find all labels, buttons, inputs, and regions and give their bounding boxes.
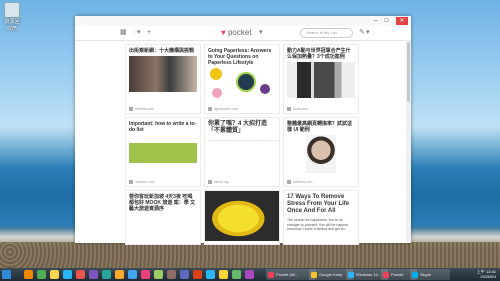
grid-view-icon[interactable]: ▦ (120, 28, 127, 37)
app-icon[interactable] (193, 270, 202, 279)
card-excerpt: ........................................… (208, 138, 279, 142)
card-source: wildbud.com (287, 180, 312, 184)
browser-window: – □ ✕ ▦ ◌ ▾ + ♥ pocket ▾ Search in My Li… (75, 16, 411, 245)
list-item[interactable]: 動力A動与世界冠軍合产生什么保加熱量？3个成功案例 2sub.com (283, 44, 359, 114)
list-item[interactable]: Going Paperless: Answers to Your Questio… (204, 44, 280, 114)
desktop-recycle-bin[interactable]: 資源回收筒 (3, 2, 21, 32)
list-item[interactable] (204, 190, 280, 245)
card-image (208, 68, 276, 102)
app-icon[interactable] (102, 270, 111, 279)
settings-icon[interactable]: ✎ (359, 28, 365, 37)
firefox-icon[interactable] (24, 270, 33, 279)
desktop-icon-label: 資源回收筒 (4, 19, 20, 32)
app-icon[interactable] (206, 270, 215, 279)
list-item[interactable]: 你累了嗎？4 大招打造「不累體質」 ......................… (204, 117, 280, 187)
card-image (129, 56, 197, 92)
card-title: 17 Ways To Remove Stress From Your Life … (287, 194, 350, 214)
add-item-button[interactable]: + (147, 28, 151, 37)
app-icon[interactable] (128, 270, 137, 279)
card-title: 替你客玩新加坡 4天3夜 吃喝都包好 MOOK 旅遊 案：學 文藝大旅遊資源序 (129, 194, 196, 212)
card-image (129, 143, 197, 163)
taskbar-window-skype[interactable]: Skype (410, 269, 450, 280)
taskbar: Pocket (Mi... Google Keep Windows 10... … (0, 268, 500, 281)
card-title: 你累了嗎？4 大招打造「不累體質」 (208, 121, 268, 134)
pocket-logo-text: pocket (227, 28, 252, 37)
app-icon[interactable] (167, 270, 176, 279)
start-button[interactable] (2, 270, 11, 279)
app-icon[interactable] (245, 270, 254, 279)
maximize-button[interactable]: □ (382, 17, 391, 25)
app-icon[interactable] (232, 270, 241, 279)
card-title: Important: how to write a to-do list (129, 121, 197, 133)
app-icon[interactable] (154, 270, 163, 279)
app-icon[interactable] (115, 270, 124, 279)
list-item[interactable]: 出街乘新網：十大機構與挑戰 thestan.com (125, 44, 201, 114)
explorer-icon[interactable] (50, 270, 59, 279)
pocket-logo[interactable]: ♥ pocket (221, 28, 252, 37)
card-title: 整體最高網頁轉換率？試試這 樣 UI 範例 (287, 121, 353, 133)
close-button[interactable]: ✕ (396, 17, 408, 25)
card-source: icelearn.com (129, 180, 155, 184)
app-icon[interactable] (141, 270, 150, 279)
list-item[interactable]: Important: how to write a to-do list ice… (125, 117, 201, 187)
list-item[interactable]: 17 Ways To Remove Stress From Your Life … (283, 190, 359, 245)
card-source: lightworker.com (208, 107, 238, 111)
scrollbar[interactable] (406, 40, 411, 243)
card-title: Going Paperless: Answers to Your Questio… (208, 48, 272, 66)
card-source: storm.mg (208, 180, 229, 184)
list-item[interactable]: 整體最高網頁轉換率？試試這 樣 UI 範例 wildbud.com (283, 117, 359, 187)
taskbar-window-label: Skype (420, 272, 432, 277)
card-title: 動力A動与世界冠軍合产生什么保加熱量？3个成功案例 (287, 48, 351, 60)
pocket-logo-icon: ♥ (221, 28, 226, 37)
minimize-button[interactable]: – (371, 17, 380, 25)
clock-date: 2015/6/4 (480, 273, 496, 279)
app-icon[interactable] (76, 270, 85, 279)
card-title: 出街乘新網：十大機構與挑戰 (129, 48, 195, 54)
settings-chevron[interactable]: ▾ (366, 28, 370, 37)
taskbar-window-label: Pocket (391, 272, 404, 277)
recycle-bin-icon (4, 2, 20, 18)
pocket-toolbar: ▦ ◌ ▾ + ♥ pocket ▾ Search in My List ✎ ▾ (75, 26, 411, 41)
app-icon[interactable] (89, 270, 98, 279)
card-image (287, 62, 355, 98)
ie-icon[interactable] (63, 270, 72, 279)
scrollbar-thumb[interactable] (407, 42, 410, 102)
app-icon[interactable] (180, 270, 189, 279)
system-clock[interactable]: 上午 12:41 2015/6/4 (477, 269, 496, 279)
chrome-icon[interactable] (37, 270, 46, 279)
search-input[interactable]: Search in My List (300, 28, 353, 38)
taskbar-window-label: Windows 10... (356, 272, 382, 277)
tag-dropdown-chevron[interactable]: ▾ (137, 28, 141, 37)
card-image (306, 135, 336, 173)
taskbar-window-label: Pocket (Mi... (276, 272, 299, 277)
card-excerpt: The search for happiness. You're no stra… (287, 218, 349, 231)
card-image (205, 191, 279, 241)
taskbar-window-label: Google Keep (319, 272, 343, 277)
card-source: thestan.com (129, 107, 154, 111)
logo-chevron[interactable]: ▾ (259, 28, 263, 37)
card-source: 2sub.com (287, 107, 308, 111)
app-icon[interactable] (219, 270, 228, 279)
list-item[interactable]: 替你客玩新加坡 4天3夜 吃喝都包好 MOOK 旅遊 案：學 文藝大旅遊資源序 (125, 190, 201, 245)
